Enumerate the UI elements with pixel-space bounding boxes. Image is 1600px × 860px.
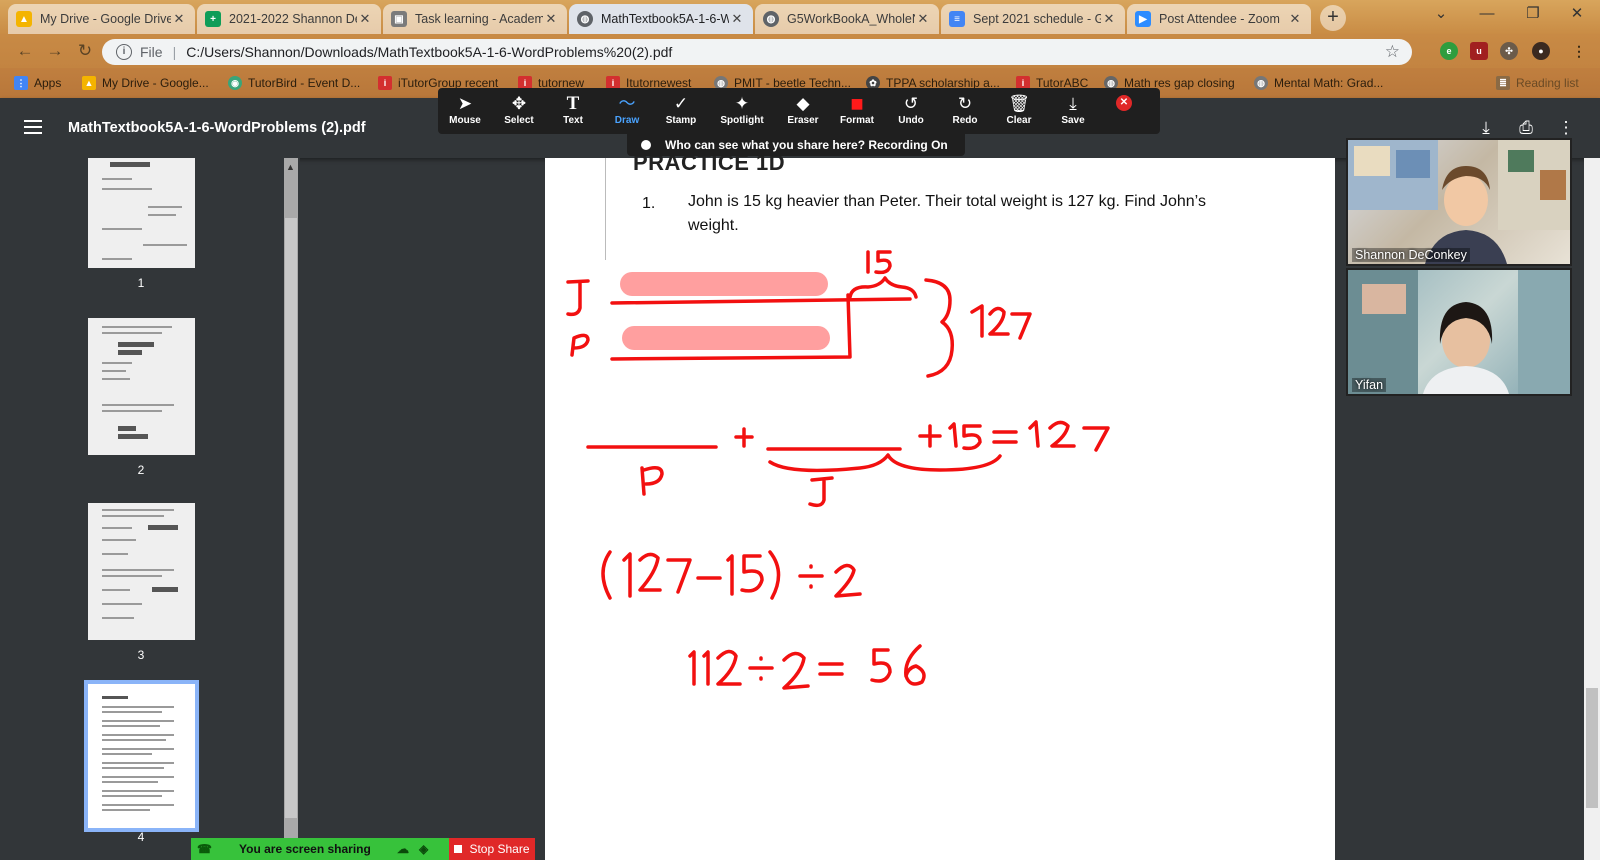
close-annotation-icon[interactable]: ✕ [1116, 95, 1132, 111]
participant-name: Yifan [1352, 378, 1387, 392]
document-scrollbar[interactable] [1584, 158, 1600, 860]
zoom-annotation-toolbar: ➤ Mouse ✥ Select T Text 〜 Draw ✓ Stamp ✦ Spotl… [438, 88, 1160, 134]
tool-label: Spotlight [720, 115, 764, 126]
divide-by-2 [798, 563, 862, 598]
tool-format[interactable]: ■ Format [830, 88, 884, 134]
tool-stamp[interactable]: ✓ Stamp [654, 88, 708, 134]
brace-under [768, 453, 1002, 473]
tool-label: Draw [614, 115, 640, 126]
eraser-icon: ◆ [796, 94, 810, 113]
share-visibility-notice[interactable]: Who can see what you share here? Recordi… [627, 134, 965, 156]
person-icon [641, 140, 651, 150]
tool-mouse[interactable]: ➤ Mouse [438, 88, 492, 134]
screen-sharing-text: You are screen sharing [239, 842, 371, 856]
number-15 [866, 250, 892, 275]
scrollbar-thumb[interactable] [1586, 688, 1598, 808]
label-p [570, 333, 590, 357]
number-112 [688, 649, 742, 686]
tool-label: Redo [952, 115, 978, 126]
save-download-icon: ⤓ [1069, 94, 1077, 113]
shield-icon: ◈ [419, 842, 429, 856]
tool-select[interactable]: ✥ Select [492, 88, 546, 134]
tool-eraser[interactable]: ◆ Eraser [776, 88, 830, 134]
tool-label: Save [1061, 115, 1085, 126]
screen-sharing-bar[interactable]: ☎ You are screen sharing ☁ ◈ [191, 838, 449, 860]
tool-redo[interactable]: ↻ Redo [938, 88, 992, 134]
expression-127-15 [622, 550, 781, 600]
cloud-icon: ☁ [397, 842, 409, 856]
tool-label: Mouse [449, 115, 481, 126]
stop-square-icon [454, 845, 463, 853]
spotlight-wand-icon: ✦ [734, 94, 750, 113]
draw-squiggle-icon: 〜 [618, 94, 636, 113]
tool-label: Clear [1006, 115, 1032, 126]
plus-sign [734, 427, 754, 448]
screen: ▲ My Drive - Google Drive ✕ + 2021-2022 … [0, 0, 1600, 860]
brace-127 [924, 278, 955, 378]
bar-line-john [610, 297, 912, 305]
tool-clear[interactable]: 🗑 Clear [992, 88, 1046, 134]
trash-icon: 🗑 [1008, 94, 1030, 113]
number-127 [970, 304, 1032, 340]
tool-label: Text [563, 115, 583, 126]
phone-icon: ☎ [197, 842, 212, 856]
undo-icon: ↺ [903, 94, 919, 113]
video-tile-shannon[interactable]: Shannon DeConkey [1346, 138, 1572, 266]
stop-share-button[interactable]: Stop Share [449, 838, 535, 860]
share-notice-text: Who can see what you share here? Recordi… [665, 138, 948, 152]
highlight-bar-john [620, 272, 828, 296]
tool-undo[interactable]: ↺ Undo [884, 88, 938, 134]
tool-draw[interactable]: 〜 Draw [600, 88, 654, 134]
tool-label: Select [504, 115, 534, 126]
select-move-icon: ✥ [511, 94, 527, 113]
equation-15-127 [918, 420, 1110, 452]
tool-save[interactable]: ⤓ Save [1046, 88, 1100, 134]
number-56 [870, 644, 926, 686]
label-j-2 [808, 476, 834, 508]
redo-icon: ↻ [957, 94, 973, 113]
divide-equals [748, 651, 844, 690]
format-color-icon: ■ [850, 91, 864, 116]
tool-text[interactable]: T Text [546, 88, 600, 134]
tool-spotlight[interactable]: ✦ Spotlight [710, 88, 774, 134]
mouse-pointer-icon: ➤ [457, 94, 473, 113]
tool-label: Format [840, 115, 874, 126]
label-j [566, 279, 590, 317]
brace-15 [848, 276, 918, 299]
participant-name: Shannon DeConkey [1352, 248, 1470, 262]
tool-label: Eraser [787, 115, 819, 126]
tool-label: Stamp [665, 115, 697, 126]
highlight-bar-peter [622, 326, 830, 350]
text-icon: T [566, 93, 580, 114]
tool-label: Undo [898, 115, 924, 126]
stop-share-label: Stop Share [469, 842, 530, 856]
paren-open [601, 550, 612, 600]
label-p-2 [640, 466, 664, 496]
stamp-check-icon: ✓ [673, 94, 689, 113]
video-tile-yifan[interactable]: Yifan [1346, 268, 1572, 396]
